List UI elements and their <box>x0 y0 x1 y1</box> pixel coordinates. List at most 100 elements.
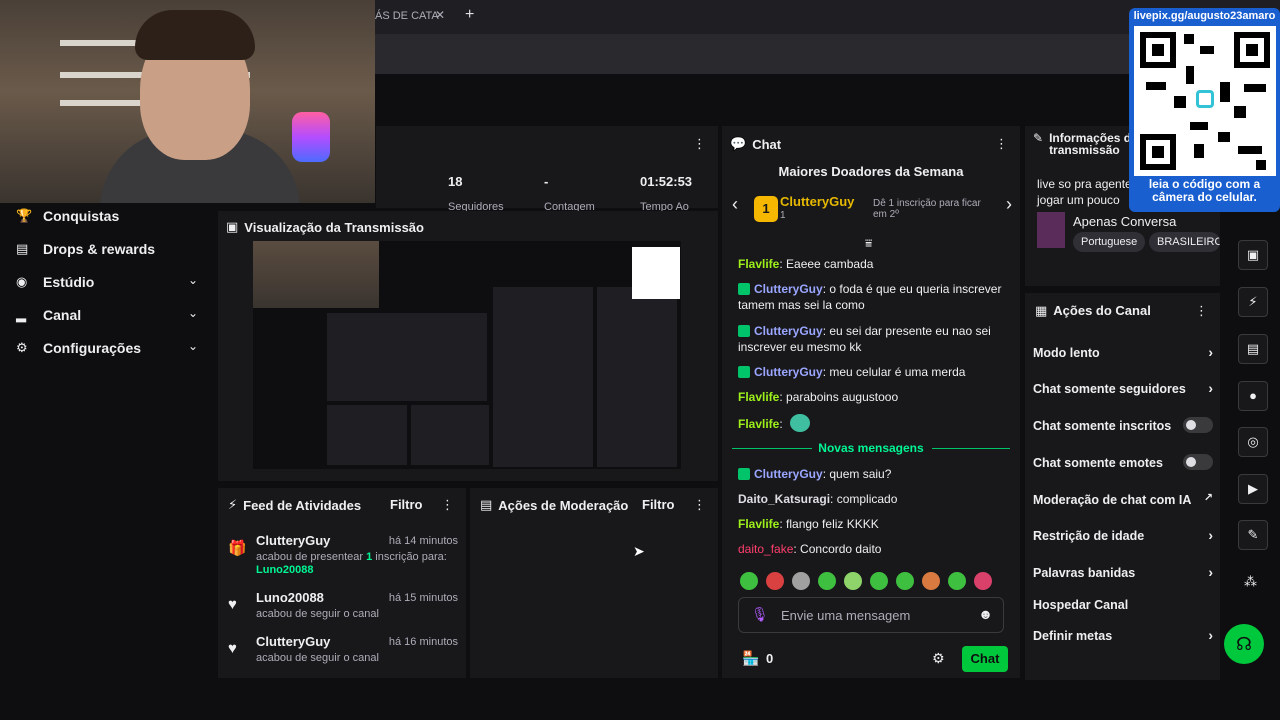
more-options-icon[interactable]: ⋮ <box>693 497 706 513</box>
gear-icon[interactable]: ⚙ <box>932 650 945 667</box>
emoji-icon[interactable]: ☻ <box>978 606 993 622</box>
trophy-icon: 🏆 <box>16 208 33 223</box>
chat-send-button[interactable]: Chat <box>962 646 1008 672</box>
more-options-icon[interactable]: ⋮ <box>693 136 706 152</box>
livepix-url: livepix.gg/augusto23amaro <box>1133 10 1276 22</box>
preview-icon: ▣ <box>226 219 239 234</box>
panel-title: Ações de Moderação <box>498 497 629 513</box>
top-donors-title: Maiores Doadores da Semana <box>778 164 964 179</box>
feed-filter-button[interactable]: Filtro <box>390 497 423 512</box>
more-options-icon[interactable]: ⋮ <box>441 497 454 513</box>
close-tab-icon[interactable]: ✕ <box>435 8 445 22</box>
panel-title: Feed de Atividades <box>243 497 362 513</box>
camera-icon[interactable]: ▶ <box>1238 474 1268 504</box>
feed-recipient[interactable]: Luno20088 <box>256 564 313 576</box>
sidebar-item-estudio[interactable]: ◉ Estúdio ⌄ <box>16 271 198 293</box>
sidebar-item-label: Estúdio <box>43 274 95 290</box>
action-emotes-only: Chat somente emotes <box>1033 454 1213 470</box>
emote-icon[interactable] <box>792 572 810 590</box>
screen-icon[interactable]: ▣ <box>1238 240 1268 270</box>
browser-tab-title[interactable]: ÁS DE CATA <box>375 10 439 22</box>
store-icon[interactable]: 🏪 <box>742 650 759 667</box>
more-options-icon[interactable]: ⋮ <box>995 136 1008 152</box>
chat-message: ClutteryGuy: quem saiu? <box>738 466 1014 482</box>
feed-user[interactable]: ClutteryGuy <box>256 533 330 548</box>
stream-category[interactable]: Apenas Conversa <box>1073 214 1176 229</box>
sidebar-item-configuracoes[interactable]: ⚙ Configurações ⌄ <box>16 337 198 359</box>
stream-stats-panel: ⋮ 18 Seguidores - Contagem 01:52:53 Temp… <box>376 126 718 213</box>
webcam-overlay <box>0 0 375 203</box>
emote-icon[interactable] <box>974 572 992 590</box>
sidebar-item-canal[interactable]: ▂ Canal ⌄ <box>16 304 198 326</box>
heart-icon: ♥ <box>228 596 237 613</box>
action-host-channel[interactable]: Hospedar Canal <box>1033 598 1213 612</box>
moderation-filter-button[interactable]: Filtro <box>642 497 675 512</box>
microphone-icon[interactable]: 🎙 <box>751 606 769 623</box>
feed-user[interactable]: ClutteryGuy <box>256 634 330 649</box>
extensions-icon[interactable]: ⁂ <box>1244 574 1257 590</box>
subscriber-badge-icon <box>738 366 750 378</box>
collapse-icon[interactable]: ⩸ <box>865 236 872 251</box>
chat-bubble-icon[interactable]: ● <box>1238 381 1268 411</box>
panel-title: Chat <box>752 136 782 152</box>
sidebar-item-drops[interactable]: ▤ Drops & rewards <box>16 238 198 260</box>
tag[interactable]: Portuguese <box>1073 232 1146 252</box>
stream-preview-panel: ▣ Visualização da Transmissão <box>218 211 718 481</box>
subscribers-only-toggle[interactable] <box>1183 417 1213 433</box>
chat-message: Flavlife: flango feliz KKKK <box>738 517 879 531</box>
panel-title: Ações do Canal <box>1053 303 1151 318</box>
tag[interactable]: BRASILEIRO <box>1149 232 1220 252</box>
lightning-icon[interactable]: ⚡ <box>1238 287 1268 317</box>
subscriber-badge-icon <box>738 283 750 295</box>
emote-icon[interactable] <box>740 572 758 590</box>
chat-input[interactable]: 🎙 Envie uma mensagem ☻ <box>738 597 1004 633</box>
new-messages-divider: Novas mensagens <box>732 441 1010 457</box>
emote-icon[interactable] <box>948 572 966 590</box>
sidebar: 🏆 Conquistas ▤ Drops & rewards ◉ Estúdio… <box>0 203 212 680</box>
lightning-icon: ⚡ <box>228 497 238 512</box>
chat-footer: 🏪 0 ⚙ Chat <box>742 646 1008 672</box>
action-slow-mode[interactable]: Modo lento › <box>1033 344 1213 360</box>
chevron-right-icon: › <box>1208 344 1213 360</box>
emotes-only-toggle[interactable] <box>1183 454 1213 470</box>
chevron-right-icon: › <box>1208 380 1213 396</box>
chat-message: ClutteryGuy: meu celular é uma merda <box>738 364 1014 380</box>
chat-message: ClutteryGuy: eu sei dar presente eu nao … <box>738 324 991 354</box>
emote-icon[interactable] <box>870 572 888 590</box>
action-subscribers-only: Chat somente inscritos <box>1033 417 1213 433</box>
channel-icon: ▂ <box>16 307 26 322</box>
livepix-qr-overlay: livepix.gg/augusto23amaro leia o código … <box>1129 8 1280 212</box>
sidebar-item-label: Configurações <box>43 340 142 356</box>
emote-icon[interactable] <box>766 572 784 590</box>
activity-feed-panel: ⚡ Feed de Atividades Filtro ⋮ 🎁 Cluttery… <box>218 488 466 678</box>
chevron-left-icon[interactable]: ‹ <box>732 194 738 215</box>
donor-name[interactable]: ClutteryGuy <box>780 194 854 209</box>
action-banned-words[interactable]: Palavras banidas › <box>1033 564 1213 580</box>
action-age-restriction[interactable]: Restrição de idade › <box>1033 527 1213 543</box>
sidebar-item-conquistas[interactable]: 🏆 Conquistas <box>16 205 198 227</box>
feed-user[interactable]: Luno20088 <box>256 590 324 605</box>
emote-icon[interactable] <box>896 572 914 590</box>
stream-preview-image[interactable] <box>253 241 681 469</box>
notes-icon[interactable]: ▤ <box>1238 334 1268 364</box>
new-tab-button[interactable]: + <box>465 6 474 24</box>
chat-input-placeholder: Envie uma mensagem <box>781 608 911 623</box>
help-headset-button[interactable]: ☊ <box>1224 624 1264 664</box>
emote-bar <box>740 572 1010 592</box>
emote-icon[interactable] <box>818 572 836 590</box>
gift-icon: 🎁 <box>228 540 247 557</box>
action-ai-moderation[interactable]: Moderação de chat com IA ↗ <box>1033 492 1213 507</box>
moderation-actions-panel: ▤ Ações de Moderação Filtro ⋮ <box>470 488 718 678</box>
action-followers-only[interactable]: Chat somente seguidores › <box>1033 380 1213 396</box>
emote-icon[interactable] <box>844 572 862 590</box>
wrench-icon[interactable]: ✎ <box>1238 520 1268 550</box>
rgb-lamp <box>292 112 330 162</box>
more-options-icon[interactable]: ⋮ <box>1195 303 1208 319</box>
sidebar-item-label: Canal <box>43 307 82 323</box>
chevron-right-icon[interactable]: › <box>1006 194 1012 215</box>
chat-message: Daito_Katsuragi: complicado <box>738 492 898 506</box>
action-set-goals[interactable]: Definir metas › <box>1033 627 1213 643</box>
broadcast-icon[interactable]: ◎ <box>1238 427 1268 457</box>
chat-panel: 💬 Chat ⋮ Maiores Doadores da Semana ‹ 1 … <box>722 126 1020 678</box>
emote-icon[interactable] <box>922 572 940 590</box>
